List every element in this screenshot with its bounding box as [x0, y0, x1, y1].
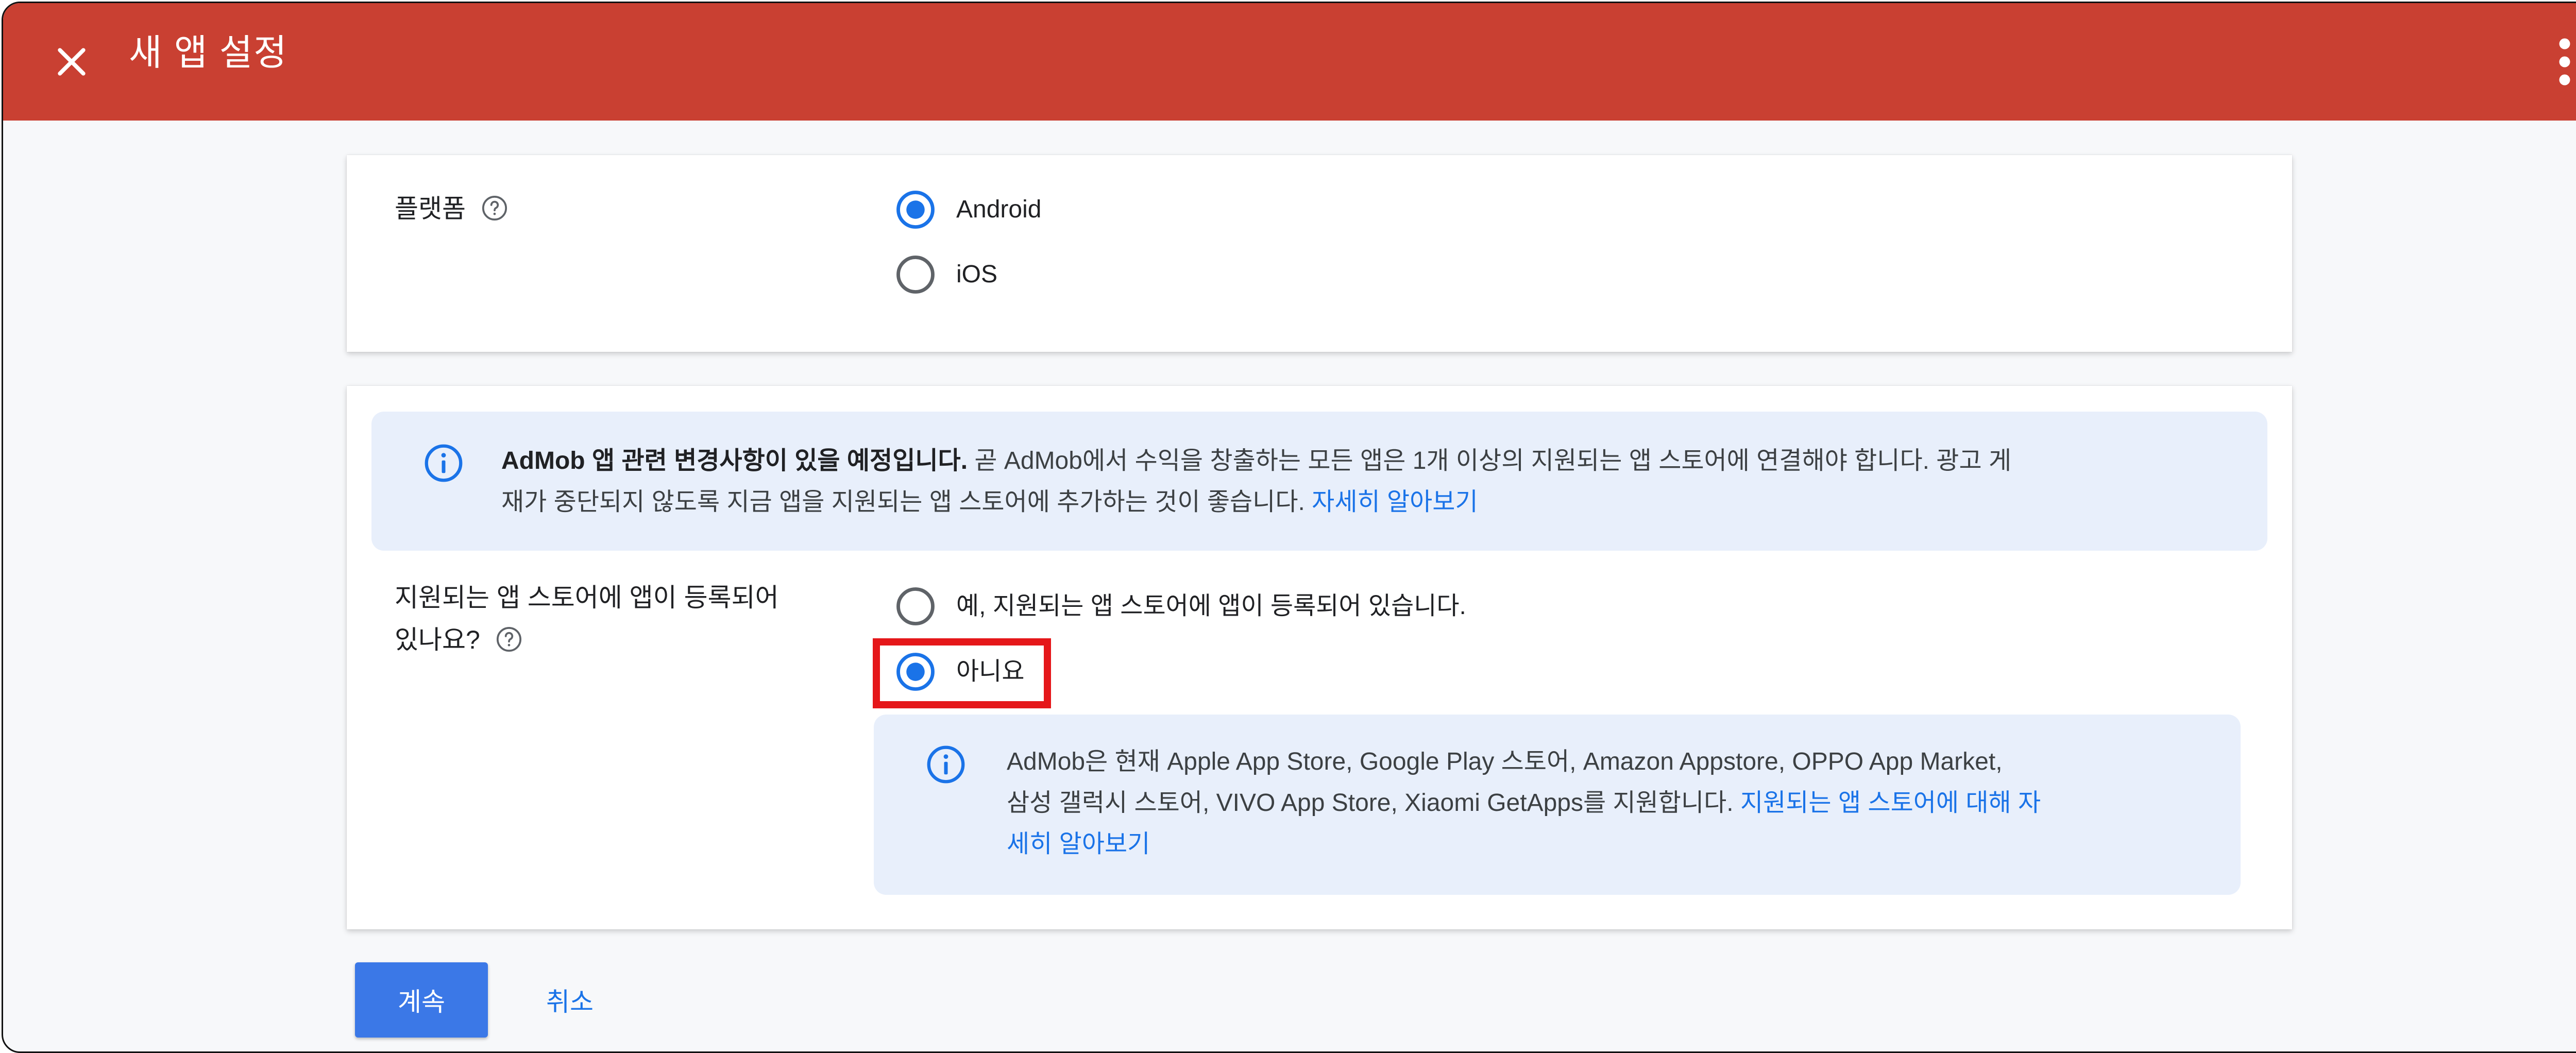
continue-button[interactable]: 계속: [355, 962, 488, 1038]
cancel-button[interactable]: 취소: [523, 962, 616, 1038]
help-circle-icon[interactable]: [495, 625, 523, 654]
platform-label: 플랫폼: [395, 194, 466, 223]
info-icon: [425, 444, 463, 482]
platform-card: 플랫폼 Android iOS: [347, 155, 2292, 352]
notice-text: AdMob 앱 관련 변경사항이 있을 예정입니다. 곧 AdMob에서 수익을…: [501, 440, 2243, 523]
app-window: 새 앱 설정 플랫폼 Android iOS AdMob 앱 관련 변경사항이 …: [2, 2, 2576, 1053]
store-question-label: 지원되는 앱 스토어에 앱이 등록되어 있나요?: [395, 576, 858, 661]
store-card: AdMob 앱 관련 변경사항이 있을 예정입니다. 곧 AdMob에서 수익을…: [347, 386, 2292, 929]
radio-store-yes[interactable]: [894, 585, 937, 627]
store-info-line2: 삼성 갤럭시 스토어, VIVO App Store, Xiaomi GetAp…: [1007, 789, 1740, 817]
radio-store-yes-label: 예, 지원되는 앱 스토어에 앱이 등록되어 있습니다.: [956, 592, 1466, 620]
store-info-box: AdMob은 현재 Apple App Store, Google Play 스…: [874, 715, 2241, 895]
notice-line1: 곧 AdMob에서 수익을 창출하는 모든 앱은 1개 이상의 지원되는 앱 스…: [968, 447, 2012, 474]
page-title: 새 앱 설정: [129, 32, 288, 73]
radio-ios[interactable]: [894, 253, 937, 296]
radio-ios-label: iOS: [956, 261, 998, 288]
info-icon: [927, 745, 965, 784]
store-question-line2: 있나요?: [395, 625, 480, 654]
notice-line2: 재가 중단되지 않도록 지금 앱을 지원되는 앱 스토어에 추가하는 것이 좋습…: [501, 488, 1312, 516]
selection-highlight: [873, 638, 1051, 708]
more-vert-icon[interactable]: [2551, 31, 2576, 93]
store-info-line1: AdMob은 현재 Apple App Store, Google Play 스…: [1007, 748, 2003, 775]
close-icon[interactable]: [52, 42, 92, 82]
store-info-text: AdMob은 현재 Apple App Store, Google Play 스…: [1007, 741, 2223, 865]
notice-bold: AdMob 앱 관련 변경사항이 있을 예정입니다.: [501, 447, 968, 474]
store-question-line1: 지원되는 앱 스토어에 앱이 등록되어: [395, 583, 779, 612]
notice-banner: AdMob 앱 관련 변경사항이 있을 예정입니다. 곧 AdMob에서 수익을…: [371, 412, 2267, 551]
supported-stores-link[interactable]: 지원되는 앱 스토어에 대해 자: [1740, 789, 2041, 817]
radio-android[interactable]: [894, 189, 937, 231]
radio-android-label: Android: [956, 196, 1042, 223]
top-app-bar: 새 앱 설정: [3, 3, 2576, 121]
supported-stores-link-cont[interactable]: 세히 알아보기: [1007, 830, 1150, 858]
notice-learn-more-link[interactable]: 자세히 알아보기: [1312, 488, 1478, 516]
platform-label-row: 플랫폼: [395, 188, 509, 230]
help-circle-icon[interactable]: [480, 194, 509, 223]
